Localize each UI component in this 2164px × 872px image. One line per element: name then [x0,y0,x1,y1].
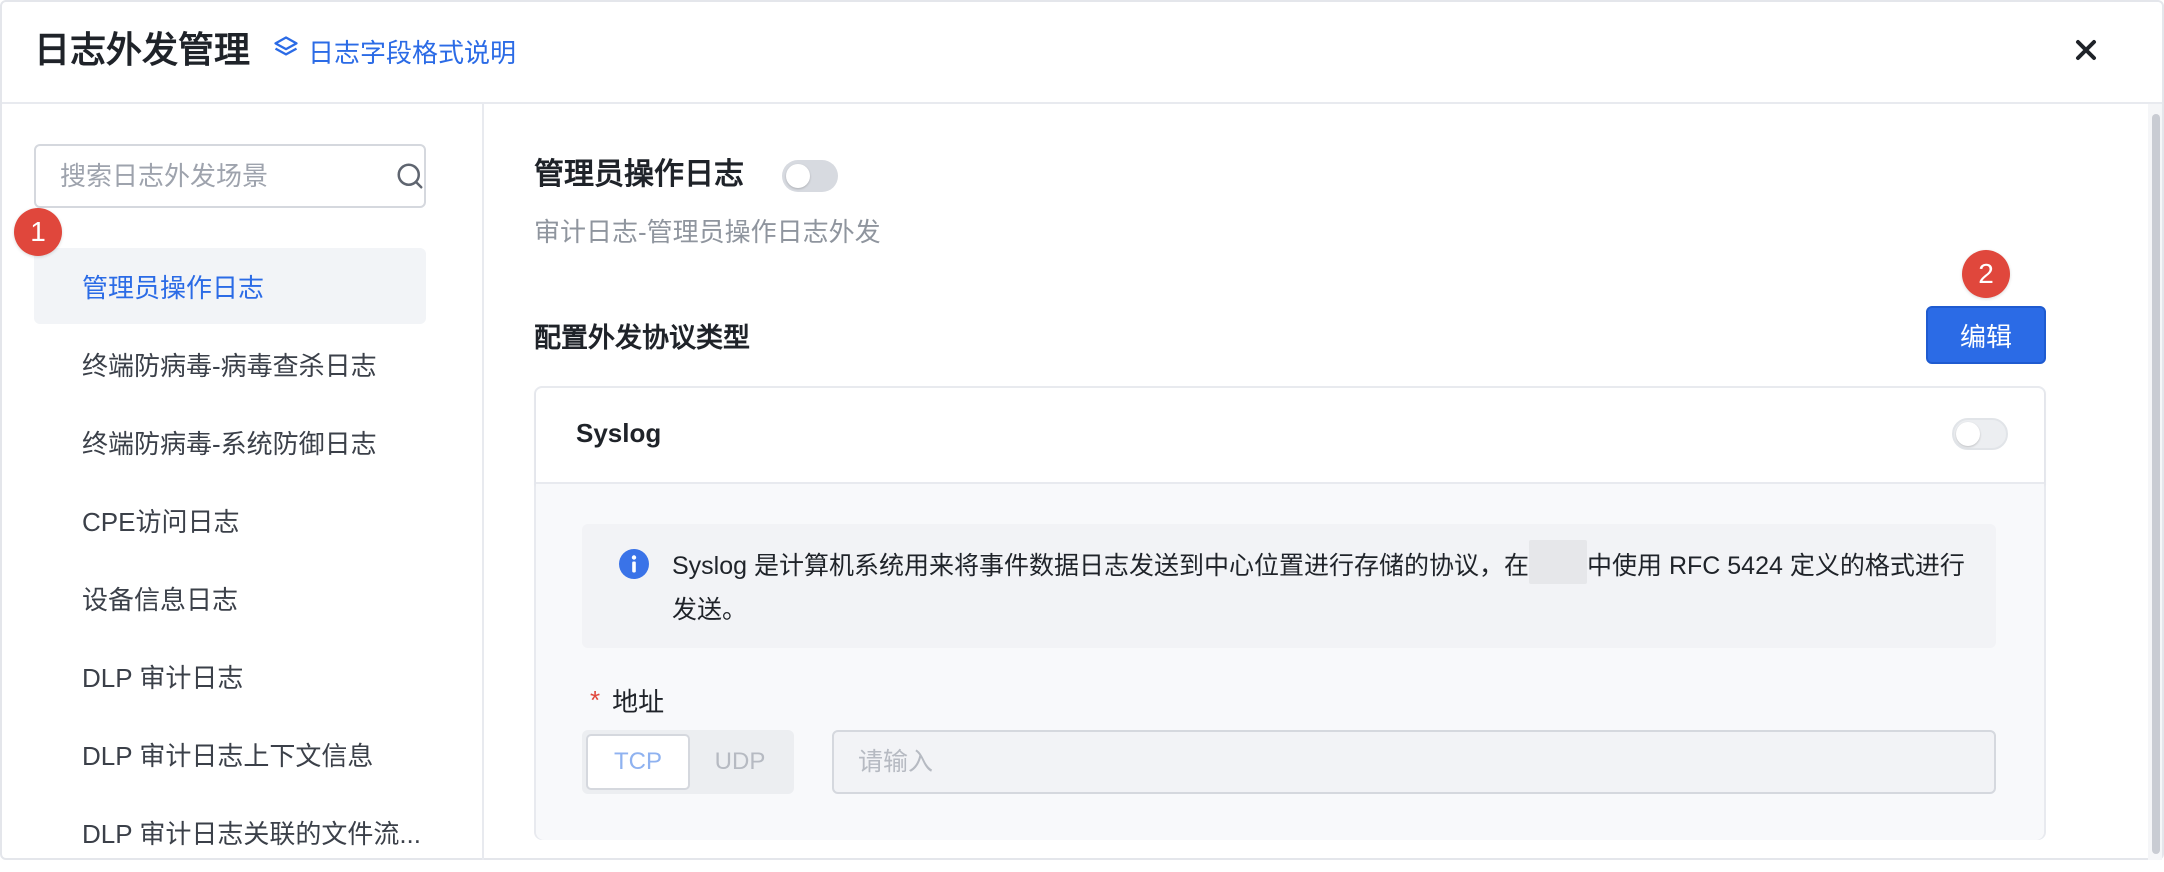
close-icon [2075,39,2097,66]
sidebar-item-antivirus-defense-log[interactable]: 终端防病毒-系统防御日志 [34,404,426,480]
main-panel: 管理员操作日志 审计日志-管理员操作日志外发 配置外发协议类型 2 编辑 Sys… [486,104,2150,860]
step-badge-1: 1 [14,208,62,256]
doc-link-label: 日志字段格式说明 [308,37,517,68]
scene-search [34,144,426,208]
redacted-text [1529,540,1587,585]
syslog-card: Syslog Syslog 是计算机系统用来将事件数据日志发送到中心位置进行存储… [534,386,2046,840]
info-text-part-1: Syslog 是计算机系统用来将事件数据日志发送到中心位置进行存储的协议，在 [672,552,1529,580]
search-icon[interactable] [395,160,425,192]
sidebar-item-dlp-audit-file-flow[interactable]: DLP 审计日志关联的文件流... [34,794,426,870]
info-icon [618,548,650,580]
syslog-card-header: Syslog [536,388,2044,484]
protocol-config-label: 配置外发协议类型 [534,323,750,353]
sidebar-item-dlp-audit-log[interactable]: DLP 审计日志 [34,638,426,714]
sidebar-item-device-info-log[interactable]: 设备信息日志 [34,560,426,636]
sidebar-item-cpe-access-log[interactable]: CPE访问日志 [34,482,426,558]
page-subtitle: 审计日志-管理员操作日志外发 [534,217,881,247]
page-title: 管理员操作日志 [534,158,744,191]
syslog-info-text: Syslog 是计算机系统用来将事件数据日志发送到中心位置进行存储的协议，在 中使… [672,540,1972,632]
sidebar-item-antivirus-scan-log[interactable]: 终端防病毒-病毒查杀日志 [34,326,426,402]
field-format-doc-link[interactable]: 日志字段格式说明 [272,34,516,68]
sidebar-item-dlp-audit-context[interactable]: DLP 审计日志上下文信息 [34,716,426,792]
layers-icon [272,34,300,69]
protocol-tcp-option[interactable]: TCP [586,734,690,790]
syslog-info-alert: Syslog 是计算机系统用来将事件数据日志发送到中心位置进行存储的协议，在 中使… [582,524,1996,648]
sidebar-item-admin-operation-log[interactable]: 管理员操作日志 [34,248,426,324]
address-input[interactable] [832,730,1996,794]
edit-button[interactable]: 编辑 [1926,306,2046,364]
scene-list: 管理员操作日志 终端防病毒-病毒查杀日志 终端防病毒-系统防御日志 CPE访问日… [34,248,426,872]
required-asterisk: * [590,685,601,715]
protocol-segmented-control: TCP UDP [582,730,794,794]
scene-search-input[interactable] [60,160,395,192]
syslog-card-body: Syslog 是计算机系统用来将事件数据日志发送到中心位置进行存储的协议，在 中使… [536,484,2044,840]
close-button[interactable] [2066,32,2106,72]
syslog-toggle[interactable] [1952,418,2008,450]
syslog-title: Syslog [576,418,662,448]
address-label: * 地址 [590,682,664,719]
modal-title: 日志外发管理 [34,29,251,70]
step-badge-2: 2 [1962,250,2010,298]
scrollbar-thumb[interactable] [2152,114,2160,854]
address-label-text: 地址 [612,687,665,717]
log-export-modal: 日志外发管理 日志字段格式说明 搜索日志外发场景 管理员操作日志 终端防病毒-病… [0,0,2164,860]
protocol-udp-option[interactable]: UDP [690,734,790,790]
modal-header: 日志外发管理 日志字段格式说明 [2,2,2162,104]
log-export-toggle[interactable] [782,160,838,192]
scene-sidebar: 管理员操作日志 终端防病毒-病毒查杀日志 终端防病毒-系统防御日志 CPE访问日… [2,104,484,860]
